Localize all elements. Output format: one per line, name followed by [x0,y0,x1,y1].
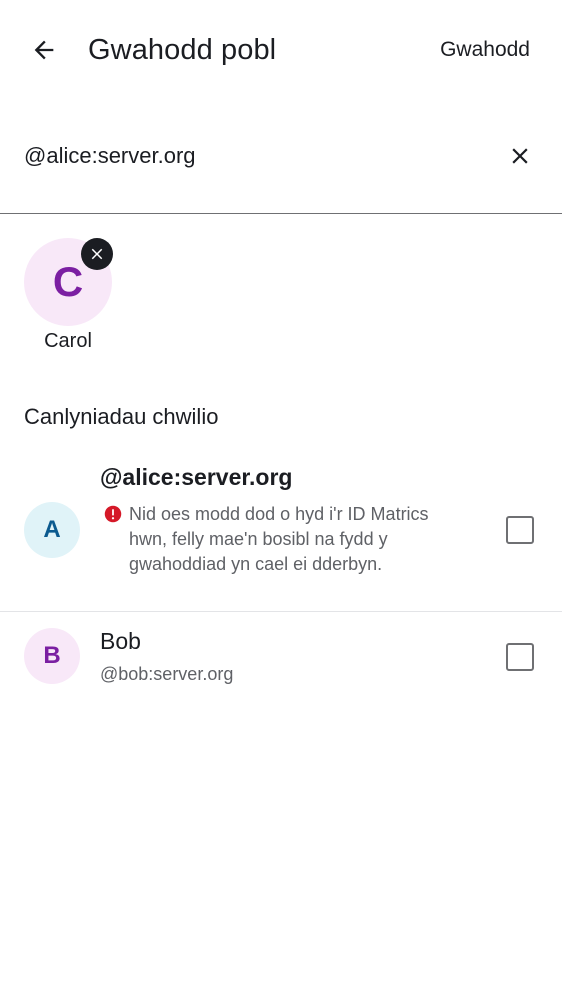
search-input[interactable] [24,138,484,174]
selected-user-name: Carol [44,330,92,352]
arrow-left-icon [34,40,54,60]
remove-selected-user-button[interactable] [81,238,113,270]
search-result-alice[interactable]: A @alice:server.org Nid oes modd dod o h… [0,454,562,612]
search-result-bob[interactable]: B Bob @bob:server.org [0,612,562,702]
close-icon [91,248,103,260]
search-results-heading: Canlyniadau chwilio [24,404,219,429]
result-name: Bob [100,628,141,654]
select-checkbox[interactable] [506,516,534,544]
top-app-bar: Gwahodd pobl Gwahodd [0,0,562,100]
invite-button[interactable]: Gwahodd [440,32,530,68]
warning-text: Nid oes modd dod o hyd i'r ID Matrics hw… [129,504,429,574]
selected-user-carol: C Carol [24,238,120,352]
close-icon [512,148,528,164]
result-user-id: @bob:server.org [100,664,234,684]
avatar: B [24,628,80,684]
result-name: @alice:server.org [100,464,293,490]
back-button[interactable] [24,30,64,70]
error-icon [104,505,122,523]
page-title: Gwahodd pobl [88,34,277,66]
search-bar [0,124,562,214]
avatar: A [24,502,80,558]
select-checkbox[interactable] [506,643,534,671]
clear-search-button[interactable] [502,138,538,174]
